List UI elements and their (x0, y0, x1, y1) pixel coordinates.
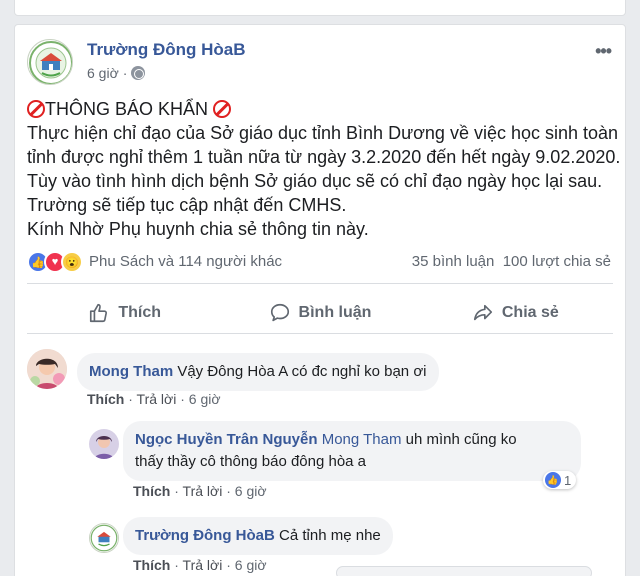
comment-icon (270, 303, 289, 322)
share-arrow-icon (473, 304, 492, 321)
globe-icon (131, 66, 146, 80)
comment-actions: Thích · Trả lời · 6 giờ (87, 391, 221, 407)
previous-post-card (14, 0, 626, 16)
write-reply-input[interactable] (336, 566, 592, 576)
comment-count[interactable]: 35 bình luận (412, 253, 495, 270)
comment-author[interactable]: Mong Tham (89, 363, 173, 380)
divider (27, 333, 613, 334)
comment-text: Cả tỉnh mẹ nhe (279, 527, 381, 544)
post-line: Kính Nhờ Phụ huynh chia sẻ thông tin này… (27, 219, 369, 239)
post-line: Trường sẽ tiếp tục cập nhật đến CMHS. (27, 195, 347, 215)
engagement-counts: 35 bình luận 100 lượt chia sẻ (412, 253, 611, 270)
no-entry-icon (213, 100, 232, 118)
post-actions: Thích Bình luận Chia sẻ (27, 293, 613, 333)
comment-reply-link[interactable]: Trả lời (183, 483, 223, 499)
divider (27, 283, 613, 284)
comment-reply-link[interactable]: Trả lời (137, 391, 177, 407)
comment-text: uh mình cũng ko (405, 431, 517, 448)
no-entry-icon (27, 100, 45, 118)
like-button-label: Thích (118, 304, 161, 321)
reaction-icons[interactable]: 👍 ♥ 😮 (27, 251, 83, 273)
comment-bubble: Mong Tham Vậy Đông Hòa A có đc nghỉ ko b… (77, 353, 439, 391)
share-count[interactable]: 100 lượt chia sẻ (503, 253, 611, 270)
page-avatar[interactable] (27, 39, 73, 85)
mention-tag[interactable]: Mong Tham (322, 431, 402, 448)
reaction-names[interactable]: Phu Sách và 114 người khác (89, 253, 282, 270)
comment-like-link[interactable]: Thích (133, 557, 170, 573)
comment-actions: Thích · Trả lời · 6 giờ (133, 483, 267, 499)
comment-author[interactable]: Trường Đông HòaB (135, 527, 275, 544)
avatar[interactable] (27, 349, 67, 389)
comment-reply-link[interactable]: Trả lời (183, 557, 223, 573)
post-line: tỉnh được nghỉ thêm 1 tuần nữa từ ngày 3… (27, 147, 621, 167)
more-dots-icon[interactable]: ••• (595, 41, 612, 62)
post-line: Thực hiện chỉ đạo của Sở giáo dục tỉnh B… (27, 123, 619, 143)
comment-bubble: Trường Đông HòaB Cả tỉnh mẹ nhe (123, 517, 393, 555)
like-button[interactable]: Thích (27, 293, 222, 333)
post-header: Trường Đông HòaB 6 giờ · ••• (27, 37, 613, 87)
comment-button-label: Bình luận (298, 304, 372, 321)
comment-time[interactable]: 6 giờ (235, 557, 267, 573)
comment-author[interactable]: Ngọc Huyền Trân Nguyễn (135, 431, 318, 448)
post-line-title: THÔNG BÁO KHẨN (27, 97, 611, 121)
school-logo-icon (90, 524, 118, 552)
avatar[interactable] (89, 523, 119, 553)
thumbs-up-icon (90, 303, 108, 323)
avatar[interactable] (89, 429, 119, 459)
user-photo-icon (27, 349, 67, 389)
wow-reaction-icon: 😮 (61, 251, 83, 273)
post-line: Tùy vào tình hình dịch bệnh Sở giáo dục … (27, 171, 603, 191)
comment-like-link[interactable]: Thích (87, 391, 124, 407)
like-reaction-icon: 👍 (545, 472, 561, 488)
comment-like-count: 1 (564, 472, 572, 488)
reactions-summary: 👍 ♥ 😮 Phu Sách và 114 người khác 35 bình… (27, 251, 611, 275)
comment-text: thấy thầy cô thông báo đông hòa a (135, 453, 367, 470)
comment-bubble: Ngọc Huyền Trân Nguyễn Mong Tham uh mình… (123, 421, 581, 481)
school-logo-icon (29, 41, 72, 84)
share-button-label: Chia sẻ (501, 304, 559, 321)
post-card: Trường Đông HòaB 6 giờ · ••• THÔNG BÁO K… (14, 24, 626, 576)
comment-actions: Thích · Trả lời · 6 giờ (133, 557, 267, 573)
user-photo-icon (89, 429, 119, 459)
post-meta: 6 giờ · (87, 65, 146, 81)
post-body: THÔNG BÁO KHẨN Thực hiện chỉ đạo của Sở … (27, 97, 621, 241)
comment-like-badge[interactable]: 👍 1 (543, 471, 577, 489)
post-time[interactable]: 6 giờ (87, 65, 119, 81)
comment-button[interactable]: Bình luận (222, 293, 417, 333)
comment-text: Vậy Đông Hòa A có đc nghỉ ko bạn ơi (177, 363, 427, 380)
comment-like-link[interactable]: Thích (133, 483, 170, 499)
share-button[interactable]: Chia sẻ (418, 293, 613, 333)
comment-time[interactable]: 6 giờ (189, 391, 221, 407)
page-name[interactable]: Trường Đông HòaB (87, 40, 246, 60)
comment-time[interactable]: 6 giờ (235, 483, 267, 499)
